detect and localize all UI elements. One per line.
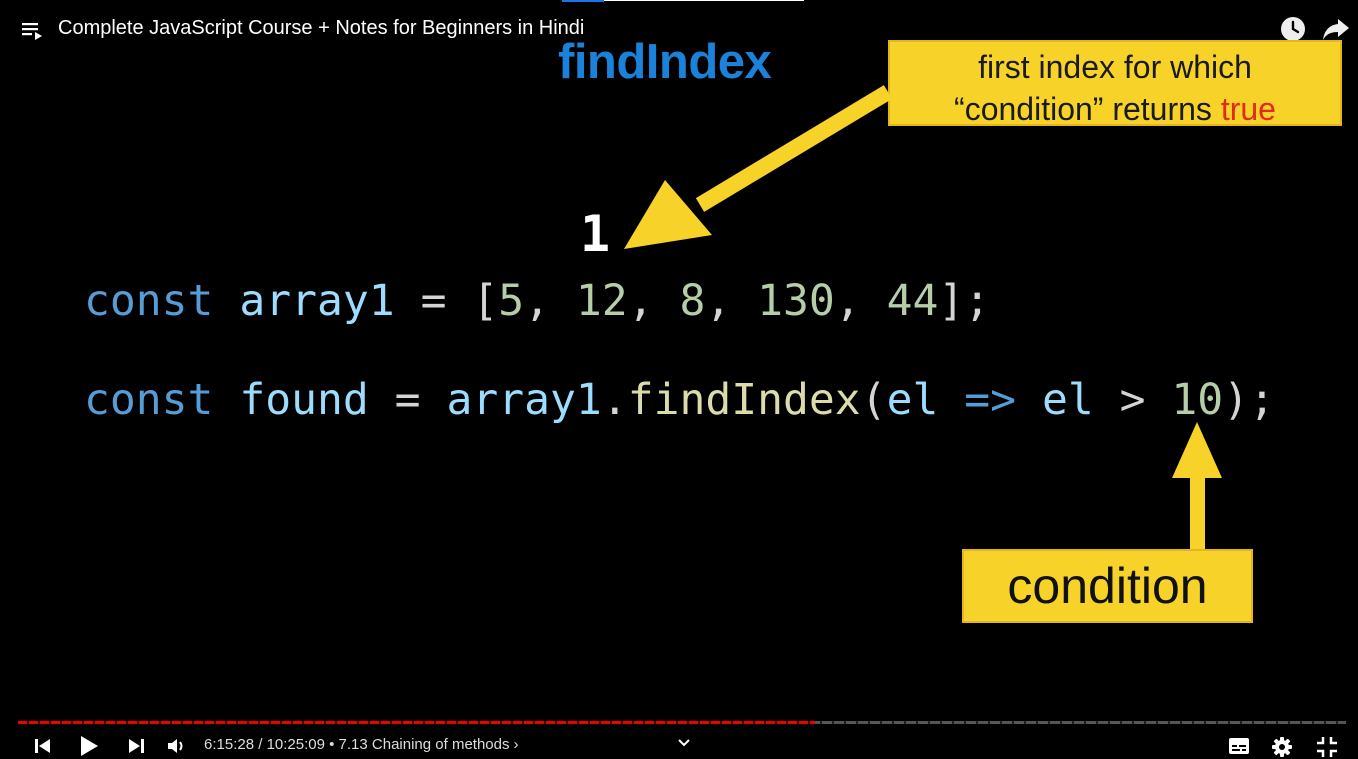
duration: 10:25:09: [266, 736, 325, 753]
code-token: 44: [886, 276, 939, 326]
next-icon: [129, 739, 144, 753]
code-token: 8: [679, 276, 706, 326]
arrow-to-condition-head: [1172, 422, 1222, 478]
code-token: ];: [938, 276, 991, 326]
settings-icon: [1272, 737, 1292, 757]
play-icon: [81, 736, 98, 756]
chevron-down-icon: [678, 739, 690, 747]
chapter-title[interactable]: 7.13 Chaining of methods: [339, 736, 510, 753]
current-time: 6:15:28: [204, 736, 255, 753]
code-token: >: [1093, 375, 1172, 425]
progress-bar[interactable]: [18, 721, 1346, 724]
code-token: array1: [239, 276, 395, 326]
code-token: const: [84, 375, 214, 425]
code-token: el: [886, 375, 939, 425]
code-line-findindex: const found = array1.findIndex(el => el …: [84, 375, 1275, 425]
code-token: ,: [705, 276, 758, 326]
arrow-to-condition: [1190, 470, 1205, 550]
code-line-array: const array1 = [5, 12, 8, 130, 44];: [84, 276, 990, 326]
previous-icon: [35, 739, 50, 753]
code-token: findIndex: [627, 375, 861, 425]
chapter-separator: •: [324, 736, 339, 753]
code-token: .: [601, 375, 628, 425]
code-token: (: [860, 375, 887, 425]
next-button[interactable]: [126, 737, 146, 755]
code-token: 5: [498, 276, 525, 326]
arrow-to-result: [695, 85, 893, 212]
code-token: =: [368, 375, 447, 425]
code-token: 130: [757, 276, 835, 326]
code-token: const: [84, 276, 214, 326]
code-token: ,: [524, 276, 576, 326]
code-token: ,: [834, 276, 887, 326]
code-token: ,: [627, 276, 680, 326]
volume-button[interactable]: [166, 736, 188, 756]
time-separator: /: [254, 736, 267, 753]
code-token: array1: [446, 375, 602, 425]
condition-label: condition: [1007, 558, 1208, 614]
chapter-chevron[interactable]: ›: [514, 736, 519, 753]
code-token: 12: [575, 276, 628, 326]
subtitles-button[interactable]: [1228, 737, 1250, 755]
time-display: 6:15:28 / 10:25:09 • 7.13 Chaining of me…: [204, 736, 519, 753]
arrow-to-result-head: [624, 180, 712, 249]
expand-description-button[interactable]: [676, 736, 692, 748]
condition-box: condition: [962, 549, 1253, 623]
subtitles-icon: [1229, 738, 1249, 754]
settings-button[interactable]: [1271, 736, 1293, 758]
previous-button[interactable]: [33, 737, 53, 755]
code-token: found: [239, 375, 369, 425]
progress-played: [18, 721, 815, 724]
code-token: el: [1041, 375, 1094, 425]
volume-icon: [168, 739, 183, 753]
code-token: = [: [394, 276, 499, 326]
result-value: 1: [580, 205, 611, 263]
play-button[interactable]: [78, 735, 100, 757]
code-token: );: [1223, 375, 1275, 425]
exit-fullscreen-button[interactable]: [1316, 736, 1338, 758]
code-token: 10: [1171, 375, 1224, 425]
code-token: =>: [964, 375, 1017, 425]
video-player[interactable]: Complete JavaScript Course + Notes for B…: [0, 0, 1358, 759]
fullscreen-exit-icon: [1317, 737, 1337, 757]
